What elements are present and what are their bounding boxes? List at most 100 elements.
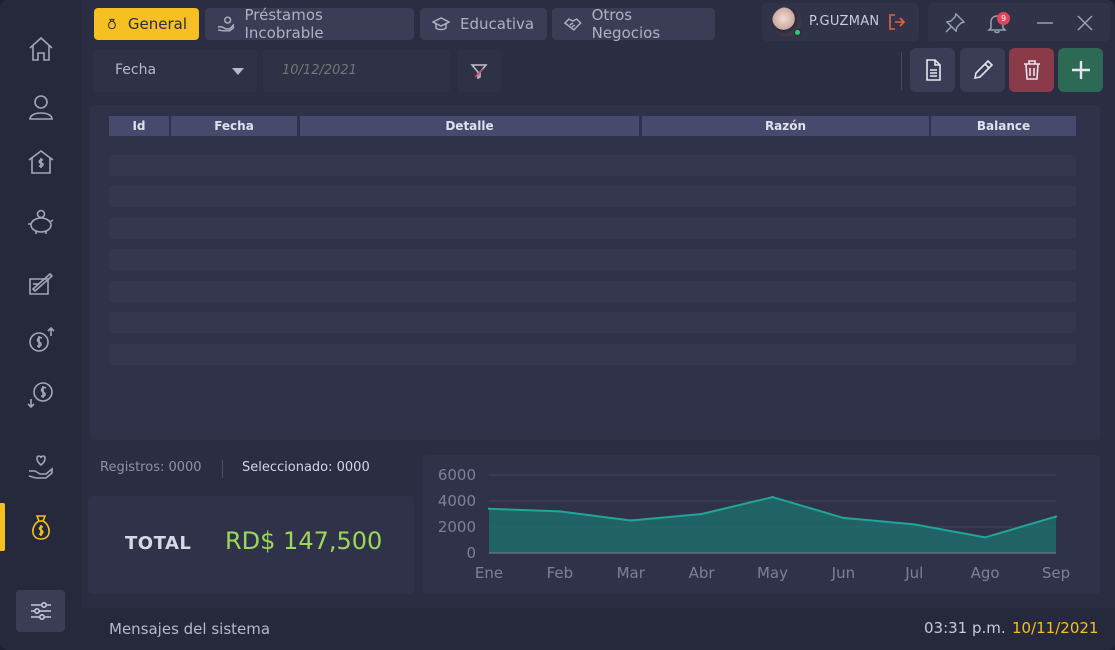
money-bag-icon [31, 515, 50, 540]
heart-hand-icon [28, 455, 53, 479]
piggy-bank-icon [27, 209, 53, 234]
column-header-balance[interactable]: Balance [931, 116, 1076, 136]
x-tick-label: Ago [971, 564, 1000, 582]
settings-button[interactable] [16, 590, 65, 632]
report-button[interactable] [910, 48, 955, 92]
column-header-razon[interactable]: Razón [642, 116, 929, 136]
y-tick-label: 6000 [438, 466, 476, 484]
user-icon [28, 95, 53, 120]
username: P.GUZMAN [809, 14, 880, 29]
x-tick-label: Abr [689, 564, 716, 582]
clock-date: 10/11/2021 [1012, 619, 1099, 637]
x-tick-label: Jul [904, 564, 923, 582]
pencil-icon [973, 59, 993, 80]
sort-select-value: Fecha [115, 62, 157, 78]
notification-badge: 9 [997, 12, 1010, 25]
close-icon[interactable] [1074, 12, 1096, 34]
clear-filter-button[interactable] [457, 49, 501, 92]
dollar-up-icon [28, 326, 55, 352]
x-tick-label: Mar [617, 564, 646, 582]
tab-label: Educativa [460, 15, 535, 33]
table-row[interactable] [109, 249, 1076, 270]
column-header-fecha[interactable]: Fecha [171, 116, 297, 136]
table-row[interactable] [109, 281, 1076, 302]
summary-divider [222, 460, 223, 478]
minimize-icon[interactable] [1034, 12, 1056, 34]
chart-canvas: 0 2000 4000 6000 Ene Feb Mar Abr May Jun Jul Ago Sep [438, 466, 1070, 582]
sidebar-item-savings[interactable] [0, 200, 81, 244]
data-point [700, 512, 703, 516]
delete-button[interactable] [1009, 48, 1054, 92]
data-point [1054, 515, 1058, 518]
logout-icon[interactable] [888, 13, 906, 31]
sort-select[interactable]: Fecha [93, 49, 257, 92]
selected-count: Seleccionado: 0000 [242, 460, 370, 475]
filter-clear-icon [470, 63, 488, 79]
y-tick-label: 0 [466, 544, 476, 562]
graduation-cap-icon [432, 17, 450, 31]
sidebar-item-donations[interactable] [0, 444, 81, 488]
online-status-dot [794, 29, 801, 36]
balance-chart: 0 2000 4000 6000 Ene Feb Mar Abr May Jun Jul Ago Sep [423, 455, 1100, 594]
series-area [489, 497, 1056, 553]
data-point [983, 536, 987, 539]
y-tick-label: 2000 [438, 518, 476, 536]
document-icon [925, 59, 941, 81]
sidebar-item-bank[interactable] [0, 140, 81, 184]
date-filter-input[interactable] [263, 49, 450, 92]
data-point [913, 523, 916, 526]
window-controls [928, 3, 1110, 41]
edit-button[interactable] [960, 48, 1005, 92]
check-pen-icon [28, 272, 53, 295]
x-tick-label: Jun [831, 564, 855, 582]
table-row[interactable] [109, 186, 1076, 207]
home-icon [28, 36, 53, 61]
tab-label: Otros Negocios [591, 6, 661, 42]
toolbar-divider [901, 52, 902, 90]
hand-money-icon [217, 16, 235, 32]
data-point [771, 495, 774, 499]
data-point [629, 519, 632, 522]
total-label: TOTAL [125, 533, 192, 554]
sliders-icon [30, 602, 51, 620]
x-tick-label: May [757, 564, 788, 582]
trash-icon [1023, 60, 1040, 80]
total-value: RD$ 147,500 [225, 527, 383, 555]
sidebar-item-checks[interactable] [0, 262, 81, 306]
pin-icon[interactable] [944, 12, 966, 34]
add-button[interactable] [1058, 48, 1103, 92]
table-row[interactable] [109, 218, 1076, 239]
sidebar-item-withdraw[interactable] [0, 372, 81, 416]
chevron-down-icon [232, 68, 244, 75]
plus-icon [1071, 61, 1090, 79]
sidebar-item-user[interactable] [0, 85, 81, 129]
tab-prestamos-incobrable[interactable]: Préstamos Incobrable [205, 6, 414, 42]
sidebar-item-home[interactable] [0, 27, 81, 71]
data-point [487, 507, 491, 510]
column-header-id[interactable]: Id [109, 116, 169, 136]
status-bar: Mensajes del sistema 03:31 p.m. 10/11/20… [81, 608, 1115, 650]
money-bag-icon [108, 18, 116, 30]
tab-general[interactable]: General [94, 8, 199, 40]
handshake-icon [564, 18, 582, 31]
bank-house-icon [28, 150, 53, 174]
tab-label: Préstamos Incobrable [244, 6, 324, 42]
x-tick-label: Sep [1042, 564, 1070, 582]
data-point [558, 510, 562, 513]
y-tick-label: 4000 [438, 492, 476, 510]
table-row[interactable] [109, 155, 1076, 176]
column-header-detalle[interactable]: Detalle [300, 116, 639, 136]
table-row[interactable] [109, 344, 1076, 365]
table-row[interactable] [109, 312, 1076, 333]
records-count: Registros: 0000 [100, 460, 202, 475]
user-menu[interactable]: P.GUZMAN [762, 3, 919, 41]
app-window: General Préstamos Incobrable Educativa O… [0, 0, 1115, 650]
system-messages: Mensajes del sistema [109, 620, 271, 638]
sidebar-item-deposit[interactable] [0, 318, 81, 362]
tab-otros-negocios[interactable]: Otros Negocios [552, 6, 715, 42]
tab-educativa[interactable]: Educativa [420, 8, 547, 40]
sidebar-item-finances[interactable] [0, 503, 81, 551]
sidebar [0, 0, 81, 650]
tab-label: General [127, 15, 187, 33]
total-panel: TOTAL RD$ 147,500 [88, 496, 414, 594]
